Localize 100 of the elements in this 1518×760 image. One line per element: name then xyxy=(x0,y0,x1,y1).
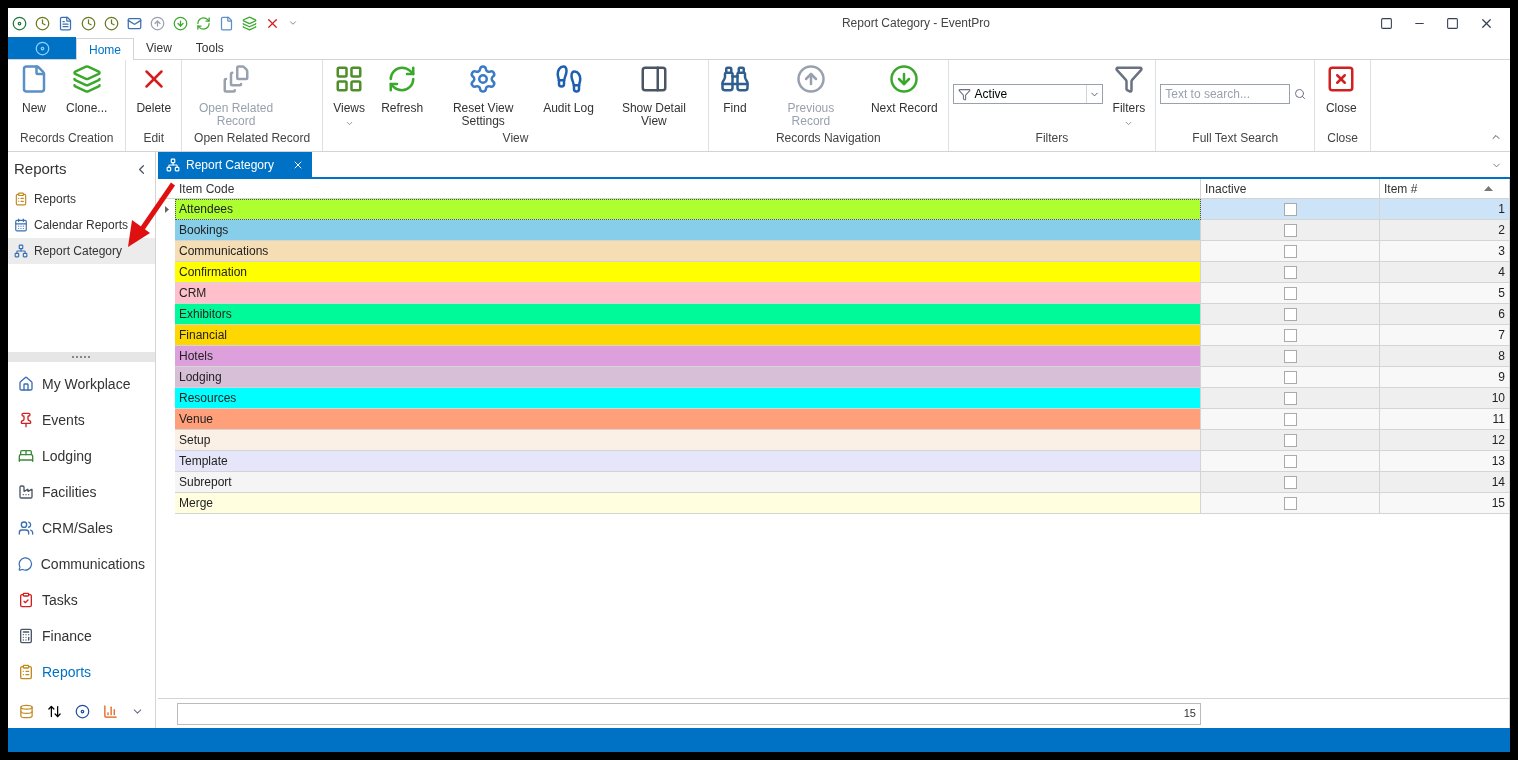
splitter-grip[interactable] xyxy=(8,352,155,362)
sidebar-title: Reports xyxy=(14,158,67,179)
checkbox[interactable] xyxy=(1283,202,1297,216)
up-down-arrows-icon[interactable] xyxy=(46,703,62,719)
checkbox[interactable] xyxy=(1283,286,1297,300)
navigation-item[interactable]: Tasks xyxy=(8,582,155,618)
search-icon[interactable] xyxy=(1294,88,1307,100)
ribbon-button[interactable]: Show Detail View xyxy=(603,60,704,128)
ribbon-group-label: Full Text Search xyxy=(1191,130,1280,147)
application-menu-button[interactable] xyxy=(8,37,76,59)
filter-dropdown[interactable]: Active xyxy=(952,84,1103,104)
ribbon-button[interactable]: Next Record xyxy=(864,60,944,115)
table-cell: 5 xyxy=(1380,283,1509,304)
table-cell: Attendees xyxy=(175,199,1201,220)
ribbon-button[interactable]: Refresh xyxy=(375,60,430,115)
caret-icon xyxy=(1124,119,1134,128)
table-cell: Hotels xyxy=(175,346,1201,367)
mail-icon xyxy=(127,15,142,31)
table-cell: Confirmation xyxy=(175,262,1201,283)
sidebar-item[interactable]: Reports xyxy=(8,186,155,212)
navigation-item[interactable]: Events xyxy=(8,402,155,438)
clock-icon xyxy=(104,15,119,31)
navigation-item[interactable]: Communications xyxy=(8,546,155,582)
binoculars-icon xyxy=(719,64,750,94)
ribbon-tab[interactable]: Home xyxy=(76,38,134,60)
ribbon-button[interactable]: Views xyxy=(327,60,372,128)
document-tab[interactable]: Report Category xyxy=(158,152,313,177)
ribbon-button[interactable]: Close xyxy=(1319,60,1364,115)
ribbon-button[interactable]: Audit Log xyxy=(537,60,600,115)
navigation-item[interactable]: CRM/Sales xyxy=(8,510,155,546)
customize-caret-icon[interactable] xyxy=(288,18,298,28)
refresh-icon xyxy=(196,15,211,31)
ribbon-button[interactable]: Filters xyxy=(1106,60,1152,128)
window-title: Report Category - EventPro xyxy=(840,15,992,32)
table-cell: 10 xyxy=(1380,388,1509,409)
table-cell: Template xyxy=(175,451,1201,472)
ribbon-button[interactable]: Clone... xyxy=(60,60,114,115)
checkbox[interactable] xyxy=(1283,328,1297,342)
disc-icon[interactable] xyxy=(74,703,90,719)
checkbox[interactable] xyxy=(1283,349,1297,363)
document-icon xyxy=(58,15,73,31)
ribbon-group-label: View xyxy=(501,130,530,147)
restore-icon[interactable] xyxy=(1380,16,1393,30)
ribbon-button[interactable]: Reset View Settings xyxy=(433,60,534,128)
ribbon-group-label: Close xyxy=(1326,130,1359,147)
search-field[interactable]: Text to search... xyxy=(1160,84,1291,104)
clipboard-icon xyxy=(14,192,28,206)
table-cell: Financial xyxy=(175,325,1201,346)
grip-dots-icon xyxy=(71,355,92,359)
checkbox[interactable] xyxy=(1283,454,1297,468)
navigation-item[interactable]: Reports xyxy=(8,654,155,690)
database-icon[interactable] xyxy=(18,703,34,719)
table-cell: Merge xyxy=(175,493,1201,514)
app-logo-icon xyxy=(12,15,27,31)
bed-icon xyxy=(18,448,34,464)
checkbox[interactable] xyxy=(1283,496,1297,510)
checkbox[interactable] xyxy=(1283,223,1297,237)
table-cell: 8 xyxy=(1380,346,1509,367)
column-header[interactable]: Item Code xyxy=(175,179,1201,198)
checkbox[interactable] xyxy=(1283,307,1297,321)
column-header[interactable]: Inactive xyxy=(1201,179,1380,198)
checkbox[interactable] xyxy=(1283,244,1297,258)
checkbox[interactable] xyxy=(1283,412,1297,426)
ribbon-group-label: Open Related Record xyxy=(193,130,312,147)
clock-icon xyxy=(35,15,50,31)
navigation-item[interactable]: Finance xyxy=(8,618,155,654)
sidebar-item[interactable]: Report Category xyxy=(8,238,155,264)
people-icon xyxy=(18,520,34,536)
ribbon-tab[interactable]: Tools xyxy=(183,37,236,59)
checkbox[interactable] xyxy=(1283,433,1297,447)
sidebar-item[interactable]: Calendar Reports xyxy=(8,212,155,238)
hierarchy-icon xyxy=(166,157,180,172)
table-cell: Communications xyxy=(175,241,1201,262)
table-cell: 9 xyxy=(1380,367,1509,388)
ribbon-group-label: Records Navigation xyxy=(774,130,882,147)
ribbon-tab[interactable]: View xyxy=(134,37,184,59)
checkbox[interactable] xyxy=(1283,370,1297,384)
navigation-item[interactable]: Facilities xyxy=(8,474,155,510)
ribbon-button[interactable]: New xyxy=(12,60,56,115)
column-header[interactable]: Item # xyxy=(1380,179,1509,198)
calculator-icon xyxy=(18,628,34,644)
table-cell: 14 xyxy=(1380,472,1509,493)
ribbon-button[interactable]: Find xyxy=(712,60,757,115)
ribbon-button[interactable]: Delete xyxy=(130,60,178,115)
funnel-icon xyxy=(957,87,971,101)
clock-icon xyxy=(81,15,96,31)
checkbox[interactable] xyxy=(1283,265,1297,279)
maximize-icon[interactable] xyxy=(1446,16,1459,30)
ribbon-group-label: Records Creation xyxy=(19,130,115,147)
navigation-item[interactable]: Lodging xyxy=(8,438,155,474)
checkbox[interactable] xyxy=(1283,391,1297,405)
row-indicator-icon xyxy=(164,206,169,213)
navigation-item[interactable]: My Workplace xyxy=(8,366,155,402)
table-cell: Setup xyxy=(175,430,1201,451)
table-cell: 6 xyxy=(1380,304,1509,325)
bar-chart-icon[interactable] xyxy=(103,703,119,719)
hierarchy-icon xyxy=(14,244,28,258)
checkbox[interactable] xyxy=(1283,475,1297,489)
clipboard-icon xyxy=(18,664,34,680)
table-cell: Venue xyxy=(175,409,1201,430)
